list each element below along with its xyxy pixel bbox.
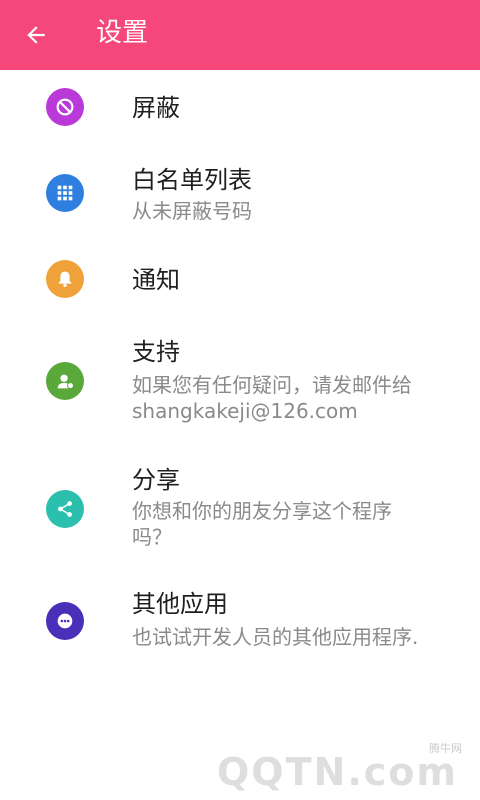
page-title: 设置	[96, 18, 149, 48]
grid-icon	[46, 174, 84, 212]
bell-icon	[46, 260, 84, 298]
support-agent-icon	[46, 362, 84, 400]
more-icon	[46, 602, 84, 640]
settings-item-title: 分享	[132, 466, 180, 494]
app-bar: 设置	[0, 0, 480, 70]
watermark: 腾牛网 QQTN.com	[217, 740, 472, 794]
settings-item-title: 支持	[132, 338, 180, 366]
settings-item-title: 白名单列表	[132, 166, 252, 194]
block-icon	[46, 88, 84, 126]
share-icon	[46, 490, 84, 528]
back-button[interactable]	[14, 13, 58, 57]
settings-item-whitelist[interactable]: 白名单列表 从未屏蔽号码	[0, 146, 480, 242]
settings-item-other-apps[interactable]: 其他应用 也试试开发人员的其他应用程序.	[0, 570, 480, 670]
settings-item-title: 屏蔽	[132, 94, 180, 122]
settings-item-title: 通知	[132, 266, 180, 294]
settings-item-notifications[interactable]: 通知	[0, 242, 480, 318]
arrow-back-icon	[27, 26, 45, 44]
settings-item-subtitle: 也试试开发人员的其他应用程序.	[132, 625, 419, 649]
settings-item-share[interactable]: 分享 你想和你的朋友分享这个程序吗？	[0, 448, 480, 570]
settings-item-subtitle: 如果您有任何疑问，请发邮件给 shangkakeji@126.com	[132, 373, 412, 423]
settings-item-subtitle: 从未屏蔽号码	[132, 199, 252, 223]
settings-item-subtitle: 你想和你的朋友分享这个程序吗？	[132, 499, 392, 549]
settings-item-support[interactable]: 支持 如果您有任何疑问，请发邮件给 shangkakeji@126.com	[0, 318, 480, 448]
watermark-logo-text: QQTN.com	[217, 750, 458, 794]
settings-item-block[interactable]: 屏蔽	[0, 70, 480, 146]
settings-item-title: 其他应用	[132, 590, 228, 618]
